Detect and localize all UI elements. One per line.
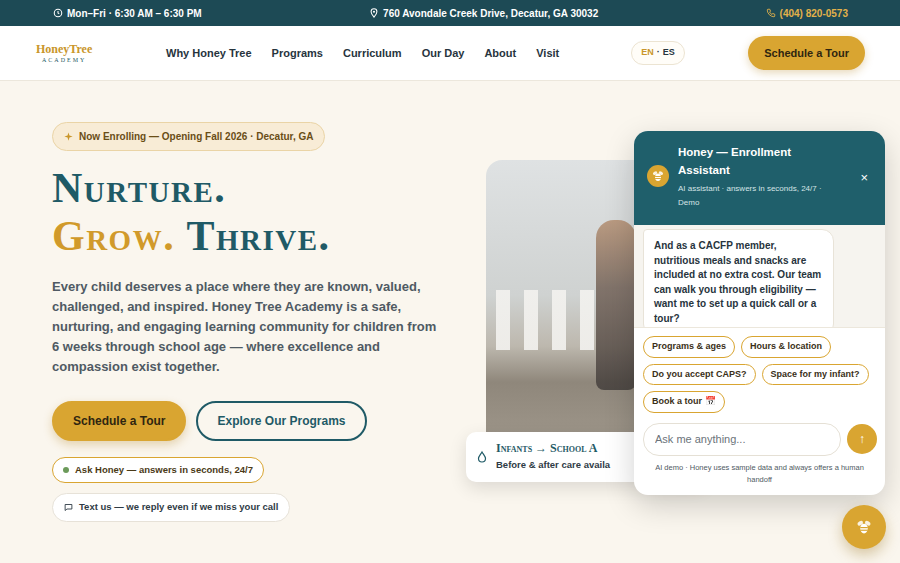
caption-subtitle: Before & after care availa [496,458,610,472]
chat-messages: And as a CACFP member, nutritious meals … [634,225,885,328]
suggestion-chip[interactable]: Programs & ages [643,336,735,358]
send-button[interactable]: ↑ [847,424,877,454]
phone-text[interactable]: (404) 820-0573 [780,6,848,21]
text-us-pill[interactable]: Text us — we reply even if we miss your … [52,493,290,521]
nav-link[interactable]: About [484,45,516,62]
heading-line: Nurture. [52,164,486,212]
address: 760 Avondale Creek Drive, Decatur, GA 30… [369,6,598,21]
nav-link[interactable]: Our Day [422,45,465,62]
suggestion-chip[interactable]: Do you accept CAPS? [643,364,756,386]
schedule-tour-button[interactable]: Schedule a Tour [748,36,865,71]
chat-launcher-button[interactable] [842,505,886,549]
heading-line: Grow. Thrive. [52,212,486,260]
close-button[interactable]: × [856,168,872,188]
pill-row: Text us — we reply even if we miss your … [52,483,486,521]
enrolling-badge: Now Enrolling — Opening Fall 2026 · Deca… [52,122,325,151]
nav-links: Why Honey Tree Programs Curriculum Our Day A… [166,45,559,62]
photo-chairs [496,290,596,350]
hero-content: Now Enrolling — Opening Fall 2026 · Deca… [52,122,486,522]
chat-widget: Honey — Enrollment Assistant AI assistant… [634,131,885,495]
phone-icon [766,8,776,18]
pill-text[interactable]: Ask Honey — answers in seconds, 24/7 [75,463,253,477]
schedule-tour-button[interactable]: Schedule a Tour [52,401,186,441]
hours: Mon–Fri · 6:30 AM – 6:30 PM [53,6,202,21]
photo-child [596,220,636,390]
language-option[interactable]: ES [663,46,675,60]
chat-disclaimer: AI demo · Honey uses sample data and alw… [634,456,885,486]
badge-text: Now Enrolling — Opening Fall 2026 · Deca… [79,129,313,144]
hero-heading: Nurture.Grow. Thrive. [52,164,486,260]
chat-input-row: ↑ [634,419,885,456]
pill-row: Ask Honey — answers in seconds, 24/7 [52,441,486,483]
hours-text: Mon–Fri · 6:30 AM – 6:30 PM [67,6,202,21]
drop-icon [476,450,488,464]
pin-icon [369,8,379,18]
chat-titles: Honey — Enrollment Assistant AI assistant… [678,143,830,210]
chat-bubble-icon [64,503,73,512]
logo-name[interactable]: HoneyTree [36,43,166,55]
chat-input[interactable] [643,423,841,456]
bee-icon [855,518,873,536]
bee-icon [651,169,665,183]
hero-intro: Every child deserves a place where they … [52,277,447,377]
language-separator: · [657,46,660,60]
clock-icon [53,8,63,18]
explore-programs-button[interactable]: Explore Our Programs [196,401,366,441]
logo[interactable]: HoneyTree ACADEMY [36,43,166,63]
heading-word: Thrive. [186,213,330,259]
chat-message: And as a CACFP member, nutritious meals … [643,229,834,328]
main-navbar: HoneyTree ACADEMYWhy Honey Tree Programs Cu… [0,26,900,81]
logo-subtitle[interactable]: ACADEMY [36,57,166,63]
address-text: 760 Avondale Creek Drive, Decatur, GA 30… [383,6,598,21]
chat-header: Honey — Enrollment Assistant AI assistant… [634,131,885,225]
nav-link[interactable]: Visit [536,45,559,62]
phone[interactable]: (404) 820-0573 [766,6,848,21]
heading-word: Nurture. [52,165,226,211]
nav-link[interactable]: Why Honey Tree [166,45,252,62]
top-bar: Mon–Fri · 6:30 AM – 6:30 PM 760 Avondale … [0,0,900,26]
status-dot [63,467,69,473]
suggestion-chips: Programs & ages Hours & location Do you ac… [634,328,885,419]
pill-text[interactable]: Text us — we reply even if we miss your … [79,500,278,514]
heading-word: Grow. [52,213,175,259]
chat-subtitle: AI assistant · answers in seconds, 24/7 … [678,182,830,210]
language-toggle: EN·ES [631,41,685,65]
sparkle-icon [64,132,73,141]
language-option[interactable]: EN [641,46,654,60]
chat-avatar [647,165,669,187]
caption-text: Infants → School A Before & after care av… [496,441,610,473]
hero-buttons: Schedule a TourExplore Our Programs [52,401,486,441]
suggestion-chip[interactable]: Hours & location [741,336,831,358]
nav-link[interactable]: Curriculum [343,45,402,62]
caption-title: Infants → School A [496,441,610,455]
badge-row: Now Enrolling — Opening Fall 2026 · Deca… [52,122,486,151]
suggestion-chip[interactable]: Space for my infant? [762,364,869,386]
suggestion-chip[interactable]: Book a tour 📅 [643,391,725,413]
nav-link[interactable]: Programs [272,45,323,62]
ask-honey-pill[interactable]: Ask Honey — answers in seconds, 24/7 [52,457,264,483]
chat-title: Honey — Enrollment Assistant [678,143,830,179]
